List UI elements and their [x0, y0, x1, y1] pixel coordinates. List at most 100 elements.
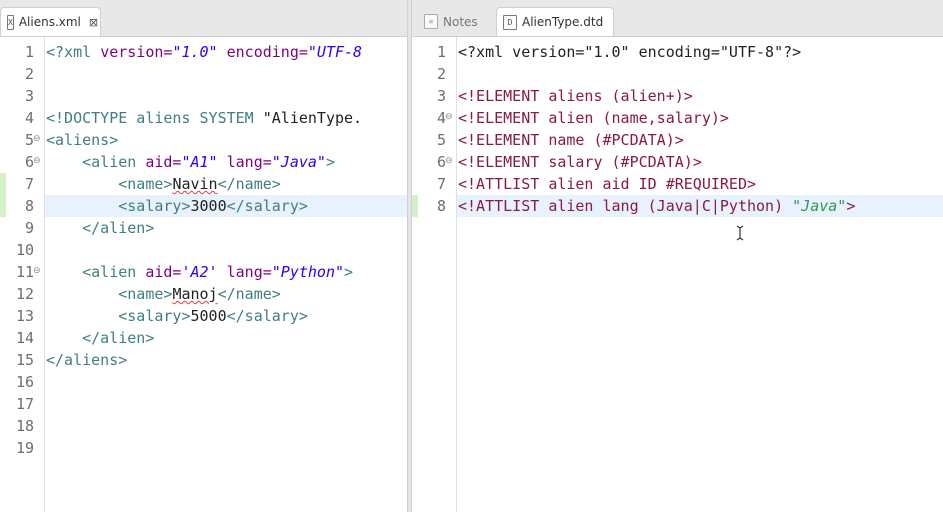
code-token: <alien [46, 153, 146, 171]
code-token: <alien [46, 263, 146, 281]
code-token: </alien> [46, 329, 155, 347]
fold-icon[interactable]: ⊖ [33, 267, 41, 276]
code-token: <name> [46, 285, 173, 303]
code-token: <!ELEMENT [458, 131, 549, 149]
line-number: 19 [15, 439, 34, 457]
fold-icon[interactable]: ⊖ [445, 157, 453, 166]
close-icon[interactable]: ⊠ [89, 16, 98, 29]
code-token: 'A2' [181, 263, 218, 281]
code-token: encoding= [217, 43, 308, 61]
dtd-file-icon: D [503, 14, 517, 30]
line-number: 8 [436, 197, 446, 215]
code-line-3: 3 <!ELEMENT aliens (alien+)> [412, 85, 943, 107]
line-number: 14 [15, 329, 34, 347]
line-number: 11 [15, 263, 34, 281]
text-cursor-icon [736, 225, 744, 241]
code-line-8: 8 <!ATTLIST alien lang (Java|C|Python) "… [412, 195, 943, 217]
code-line-1: 1 <?xml version="1.0" encoding="UTF-8 [0, 41, 407, 63]
code-token: > [674, 131, 684, 149]
xml-editor[interactable]: 1 <?xml version="1.0" encoding="UTF-8 2 … [0, 37, 407, 512]
line-number: 3 [436, 87, 446, 105]
code-token: <!ELEMENT [458, 87, 549, 105]
line-number: 2 [24, 65, 34, 83]
code-token: <salary> [46, 307, 191, 325]
tab-label: Notes [443, 14, 478, 29]
code-token: aliens [548, 87, 612, 105]
code-line-16: 16 [0, 371, 407, 393]
line-number: 7 [24, 175, 34, 193]
tab-notes[interactable]: ≡ Notes [418, 7, 488, 36]
code-token: <aliens> [46, 131, 119, 149]
code-token: alien lang [548, 197, 648, 215]
code-token: lang= [217, 263, 272, 281]
tab-label: Aliens.xml [18, 15, 81, 29]
code-token: "Python" [271, 263, 345, 281]
right-editor-pane: ≡ Notes D AlienType.dtd 1 <?xml version=… [412, 0, 943, 512]
line-number: 2 [436, 65, 446, 83]
code-token: "A1" [181, 153, 218, 171]
line-number: 4 [24, 109, 34, 127]
code-token: (alien+) [611, 87, 684, 105]
line-number: 16 [15, 373, 34, 391]
line-number: 8 [24, 197, 34, 215]
left-editor-pane: X Aliens.xml ⊠ 1 <?xml version="1.0" enc… [0, 0, 407, 512]
line-number: 3 [24, 87, 34, 105]
code-token: aid= [145, 263, 182, 281]
code-line-18: 18 [0, 415, 407, 437]
code-token: version= [100, 43, 173, 61]
code-line-5: 5 <!ELEMENT name (#PCDATA)> [412, 129, 943, 151]
code-token: aid= [145, 153, 182, 171]
code-token: "UTF-8 [307, 43, 363, 61]
code-line-19: 19 [0, 437, 407, 459]
code-line-6: 6 ⊖ <!ELEMENT salary (#PCDATA)> [412, 151, 943, 173]
code-token: <salary> [46, 197, 191, 215]
line-number: 15 [15, 351, 34, 369]
code-line-9: 9 </alien> [0, 217, 407, 239]
code-token: (#PCDATA) [593, 131, 675, 149]
code-token: <?xml [46, 43, 101, 61]
code-token: <?xml version="1.0" encoding="UTF-8"?> [458, 43, 802, 61]
code-token: </name> [217, 175, 281, 193]
dtd-editor[interactable]: 1 <?xml version="1.0" encoding="UTF-8"?>… [412, 37, 943, 512]
code-token: name [548, 131, 594, 149]
code-line-1: 1 <?xml version="1.0" encoding="UTF-8"?> [412, 41, 943, 63]
fold-icon[interactable]: ⊖ [33, 157, 41, 166]
fold-icon[interactable]: ⊖ [33, 135, 41, 144]
code-token: alien [548, 109, 603, 127]
code-token: </alien> [46, 219, 155, 237]
code-token: Navin [172, 175, 218, 193]
code-token: <!ELEMENT [458, 153, 549, 171]
line-number: 6 [436, 153, 446, 171]
notes-file-icon: ≡ [424, 14, 438, 29]
code-token: </aliens> [46, 351, 128, 369]
xml-file-icon: X [7, 14, 14, 30]
code-line-11: 11 ⊖ <alien aid='A2' lang="Python"> [0, 261, 407, 283]
line-number: 1 [436, 43, 446, 61]
line-number: 18 [15, 417, 34, 435]
line-number: 7 [436, 175, 446, 193]
line-number: 4 [436, 109, 446, 127]
code-line-4: 4 ⊖ <!ELEMENT alien (name,salary)> [412, 107, 943, 129]
line-number: 17 [15, 395, 34, 413]
fold-icon[interactable]: ⊖ [445, 113, 453, 122]
code-token: 5000 [190, 307, 227, 325]
tab-aliens-xml[interactable]: X Aliens.xml ⊠ [0, 7, 101, 36]
tab-alientype-dtd[interactable]: D AlienType.dtd [496, 7, 614, 36]
line-number: 1 [24, 43, 34, 61]
code-line-7: 7 <!ATTLIST alien aid ID #REQUIRED> [412, 173, 943, 195]
line-number: 12 [15, 285, 34, 303]
code-token: > [719, 109, 729, 127]
code-token: "AlienType. [262, 109, 363, 127]
left-tab-bar: X Aliens.xml ⊠ [0, 0, 407, 37]
code-line-14: 14 </alien> [0, 327, 407, 349]
code-line-2: 2 [412, 63, 943, 85]
code-line-10: 10 [0, 239, 407, 261]
code-token: <!ATTLIST [458, 197, 549, 215]
code-token: </salary> [226, 197, 308, 215]
code-line-12: 12 <name>Manoj</name> [0, 283, 407, 305]
code-token: 3000 [190, 197, 227, 215]
code-line-3: 3 [0, 85, 407, 107]
code-token: </salary> [226, 307, 308, 325]
code-line-13: 13 <salary>5000</salary> [0, 305, 407, 327]
line-number: 9 [24, 219, 34, 237]
